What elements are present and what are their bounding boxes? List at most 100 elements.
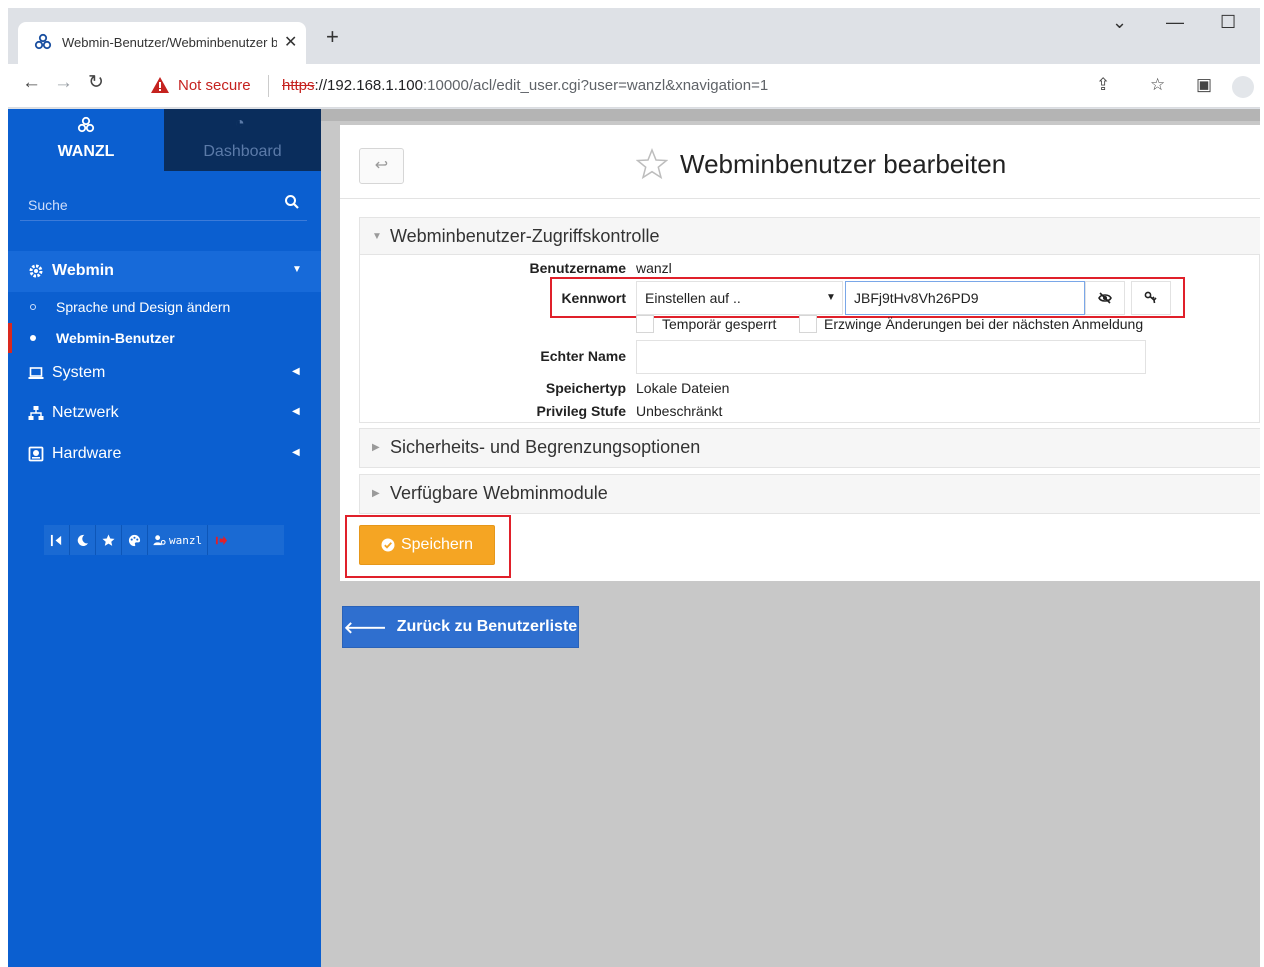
panel-header: ↩ Webminbenutzer bearbeiten (340, 125, 1260, 199)
check-circle-icon (381, 538, 395, 552)
caret-left-icon: ◀ (292, 406, 300, 417)
password-mode-select[interactable]: Einstellen auf .. ▼ (636, 281, 843, 315)
return-label: Zurück zu Benutzerliste (396, 618, 578, 635)
tab-strip: Webmin-Benutzer/Webminbenutzer bearbeite… (8, 8, 1260, 64)
sidebar: WANZL ◔ Dashboard Webmin ▼ Sprache und D… (8, 109, 321, 967)
toggle-password-visibility-button[interactable] (1085, 281, 1125, 315)
content-top-strip (321, 109, 1260, 121)
favorites-button[interactable] (96, 525, 122, 555)
search-icon[interactable] (284, 194, 300, 210)
locked-checkbox[interactable] (636, 315, 654, 333)
sidebar-toolbar: wanzl (44, 525, 284, 555)
palette-icon (128, 534, 141, 546)
collapsed-caret-icon: ▶ (372, 442, 380, 453)
side-panel-icon[interactable]: ▣ (1196, 75, 1212, 95)
sidebar-item-system[interactable]: System ◀ (8, 353, 321, 394)
caret-left-icon: ◀ (292, 447, 300, 458)
sidebar-item-webmin[interactable]: Webmin ▼ (8, 251, 321, 292)
privilege-value: Unbeschränkt (636, 403, 723, 419)
collapse-icon (50, 534, 62, 546)
bookmark-star-icon[interactable]: ☆ (1150, 75, 1165, 95)
profile-avatar[interactable] (1232, 76, 1254, 98)
section-security-options[interactable]: ▶ Sicherheits- und Begrenzungsoptionen (359, 428, 1260, 468)
share-icon[interactable]: ⇪ (1096, 75, 1110, 95)
return-to-user-list-button[interactable]: 🡐 Zurück zu Benutzerliste (342, 606, 579, 648)
dashboard-label: Dashboard (203, 143, 282, 160)
theme-button[interactable] (122, 525, 148, 555)
password-mode-value: Einstellen auf .. (645, 290, 741, 306)
section-title: Webminbenutzer-Zugriffskontrolle (390, 226, 660, 246)
save-button[interactable]: Speichern (359, 525, 495, 565)
warning-icon[interactable] (150, 76, 170, 94)
moon-icon (77, 534, 89, 546)
tab-search-icon[interactable]: ⌄ (1112, 12, 1127, 33)
generate-password-button[interactable] (1131, 281, 1171, 315)
realname-input[interactable] (636, 340, 1146, 374)
edit-panel: ↩ Webminbenutzer bearbeiten ▼ Webminbenu… (340, 125, 1260, 581)
favorite-star-icon[interactable] (636, 148, 668, 180)
logout-icon (215, 535, 227, 545)
users-icon (153, 534, 166, 545)
night-mode-button[interactable] (70, 525, 96, 555)
sidebar-item-network[interactable]: Netzwerk ◀ (8, 393, 321, 434)
url-text[interactable]: https://192.168.1.100:10000/acl/edit_use… (282, 77, 768, 94)
username-value: wanzl (636, 260, 672, 276)
sidebar-subitem-label: Sprache und Design ändern (56, 299, 231, 315)
section-title: Sicherheits- und Begrenzungsoptionen (390, 437, 701, 457)
sidebar-item-label: System (52, 364, 106, 381)
section-header[interactable]: ▶ Sicherheits- und Begrenzungsoptionen (360, 429, 1260, 467)
eye-slash-icon (1098, 292, 1112, 304)
search-input[interactable] (28, 193, 268, 217)
toolbar-username: wanzl (169, 533, 203, 547)
password-input[interactable] (845, 281, 1085, 315)
url-host: ://192.168.1.100 (314, 77, 423, 94)
browser-tab[interactable]: Webmin-Benutzer/Webminbenutzer bearbeite… (18, 22, 306, 64)
sidebar-subitem-language[interactable]: Sprache und Design ändern (8, 292, 321, 322)
browser-window: Webmin-Benutzer/Webminbenutzer bearbeite… (8, 8, 1260, 967)
sidebar-search (20, 189, 307, 221)
active-indicator (8, 323, 12, 353)
collapse-sidebar-button[interactable] (44, 525, 70, 555)
sidebar-item-label: Webmin (52, 262, 114, 279)
maximize-icon[interactable]: ☐ (1220, 12, 1236, 33)
new-tab-button[interactable]: + (326, 26, 339, 48)
hdd-icon (28, 446, 44, 462)
tab-title: Webmin-Benutzer/Webminbenutzer bearbeite… (62, 35, 277, 50)
sidebar-subitem-webmin-users[interactable]: Webmin-Benutzer (8, 323, 321, 353)
minimize-icon[interactable]: — (1166, 12, 1184, 33)
back-arrow-icon[interactable]: ← (22, 73, 41, 93)
page-title: Webminbenutzer bearbeiten (680, 149, 1007, 179)
divider (268, 75, 269, 97)
not-secure-label[interactable]: Not secure (178, 77, 251, 94)
star-icon (102, 533, 115, 546)
section-header[interactable]: ▼ Webminbenutzer-Zugriffskontrolle (360, 218, 1260, 255)
caret-down-icon: ▼ (292, 264, 302, 275)
bullet-icon (30, 304, 36, 310)
sidebar-subitem-label: Webmin-Benutzer (56, 330, 175, 346)
caret-left-icon: ◀ (292, 366, 300, 377)
back-button[interactable]: ↩ (359, 148, 404, 184)
bullet-icon (30, 335, 36, 341)
section-header[interactable]: ▶ Verfügbare Webminmodule (360, 475, 1260, 513)
sidebar-item-label: Netzwerk (52, 404, 119, 421)
key-icon (1144, 291, 1157, 304)
webmin-logo-icon (34, 33, 52, 50)
locked-label: Temporär gesperrt (662, 316, 777, 332)
reload-icon[interactable]: ↻ (88, 73, 104, 93)
network-icon (28, 406, 44, 420)
webmin-logo-icon (77, 116, 95, 133)
collapsed-caret-icon: ▶ (372, 488, 380, 499)
user-button[interactable]: wanzl (148, 525, 209, 555)
logout-button[interactable] (208, 525, 234, 555)
close-tab-icon[interactable]: ✕ (284, 32, 297, 52)
brand-tab[interactable]: WANZL (8, 109, 164, 171)
url-scheme: https (282, 77, 315, 94)
sidebar-item-hardware[interactable]: Hardware ◀ (8, 434, 321, 475)
dashboard-tab[interactable]: ◔ Dashboard (164, 109, 321, 171)
force-change-checkbox[interactable] (799, 315, 817, 333)
dashboard-gauge-icon: ◔ (235, 115, 245, 132)
storage-value: Lokale Dateien (636, 380, 730, 396)
forward-arrow-icon[interactable]: → (54, 73, 73, 93)
url-path: :10000/acl/edit_user.cgi?user=wanzl&xnav… (422, 77, 769, 94)
section-available-modules[interactable]: ▶ Verfügbare Webminmodule (359, 474, 1260, 514)
